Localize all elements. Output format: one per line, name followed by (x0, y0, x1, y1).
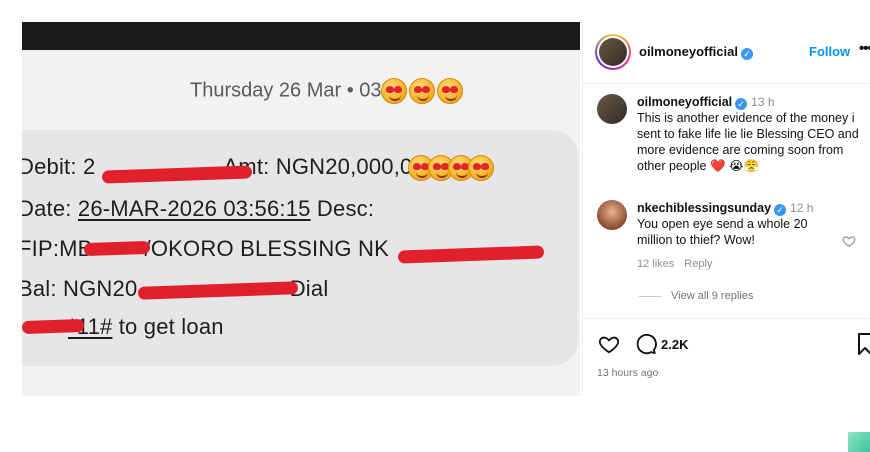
redaction-mark (83, 240, 151, 257)
caption-username[interactable]: oilmoneyofficial (637, 95, 732, 109)
sms-balance-label: Bal: NGN20 (22, 276, 138, 301)
verified-icon: ✓ (740, 48, 753, 60)
caption: oilmoneyofficial ✓ 13 h This is another ev… (597, 94, 860, 174)
comment-count: 2.2K (661, 337, 689, 352)
action-bar: 2.2K 13 hours ago (583, 318, 870, 396)
heart-icon[interactable] (597, 333, 621, 355)
corner-decoration (848, 432, 870, 452)
post-header: oilmoneyofficial✓ Follow ••• (583, 22, 870, 84)
sms-line-date: Date: 26-MAR-2026 03:56:15 Desc: (22, 196, 374, 222)
sms-line-loan: *11# to get loan (68, 314, 224, 340)
save-icon[interactable] (858, 333, 870, 355)
sms-desc-label: Desc: (310, 196, 375, 221)
sms-fip-label: FIP:MB (22, 236, 93, 261)
comment-likes[interactable]: 12 likes (637, 258, 674, 270)
sms-loan-text: to get loan (112, 314, 224, 339)
sms-date-label: Date: (22, 196, 78, 221)
caption-text: This is another evidence of the money i … (637, 111, 859, 173)
sms-line-fip: FIP:MB/OKORO BLESSING NK (22, 236, 389, 262)
verified-icon: ✓ (735, 98, 748, 110)
heart-icon[interactable] (842, 234, 856, 248)
sms-fip-name: /OKORO BLESSING NK (144, 236, 389, 261)
redaction-mark (22, 318, 85, 335)
post-image: Thursday 26 Mar • 03: Debit: 2 Amt: NGN20… (22, 22, 580, 396)
verified-icon: ✓ (774, 204, 787, 216)
sms-date-value[interactable]: 26-MAR-2026 03:56:15 (78, 196, 311, 221)
post-timestamp: 13 hours ago (597, 367, 659, 379)
sms-date-text: Thursday 26 Mar • 03: (190, 79, 388, 102)
avatar[interactable] (597, 94, 627, 124)
view-replies-button[interactable]: View all 9 replies (639, 290, 753, 302)
comment-username[interactable]: nkechiblessingsunday (637, 201, 771, 215)
header-username-text[interactable]: oilmoneyofficial (639, 44, 738, 59)
emoji-heart-eyes-icon (468, 155, 495, 182)
comment: nkechiblessingsunday ✓ 12 h You open eye s… (597, 200, 860, 272)
avatar[interactable] (595, 34, 631, 70)
avatar[interactable] (597, 200, 627, 230)
comment-time: 12 h (790, 201, 814, 215)
comment-icon[interactable] (635, 333, 657, 355)
follow-button[interactable]: Follow (809, 44, 850, 59)
post-panel: oilmoneyofficial✓ Follow ••• oilmoneyoff… (582, 22, 870, 396)
sms-line-debit: Debit: 2 Amt: NGN20,000,0 (22, 154, 495, 182)
comment-text: You open eye send a whole 20 million to … (637, 217, 808, 247)
phone-status-bar (22, 22, 580, 50)
more-options-icon[interactable]: ••• (859, 40, 870, 57)
emoji-heart-eyes-icon (409, 78, 436, 104)
caption-time: 13 h (751, 95, 775, 109)
emoji-heart-eyes-icon (381, 78, 408, 104)
sms-debit-label: Debit: 2 (22, 154, 96, 179)
emoji-heart-eyes-icon (437, 78, 464, 104)
sms-date: Thursday 26 Mar • 03: (190, 78, 464, 104)
reply-button[interactable]: Reply (684, 258, 712, 270)
header-username[interactable]: oilmoneyofficial ✓ (639, 44, 753, 60)
sms-amount: Amt: NGN20,000,0 (223, 154, 413, 179)
